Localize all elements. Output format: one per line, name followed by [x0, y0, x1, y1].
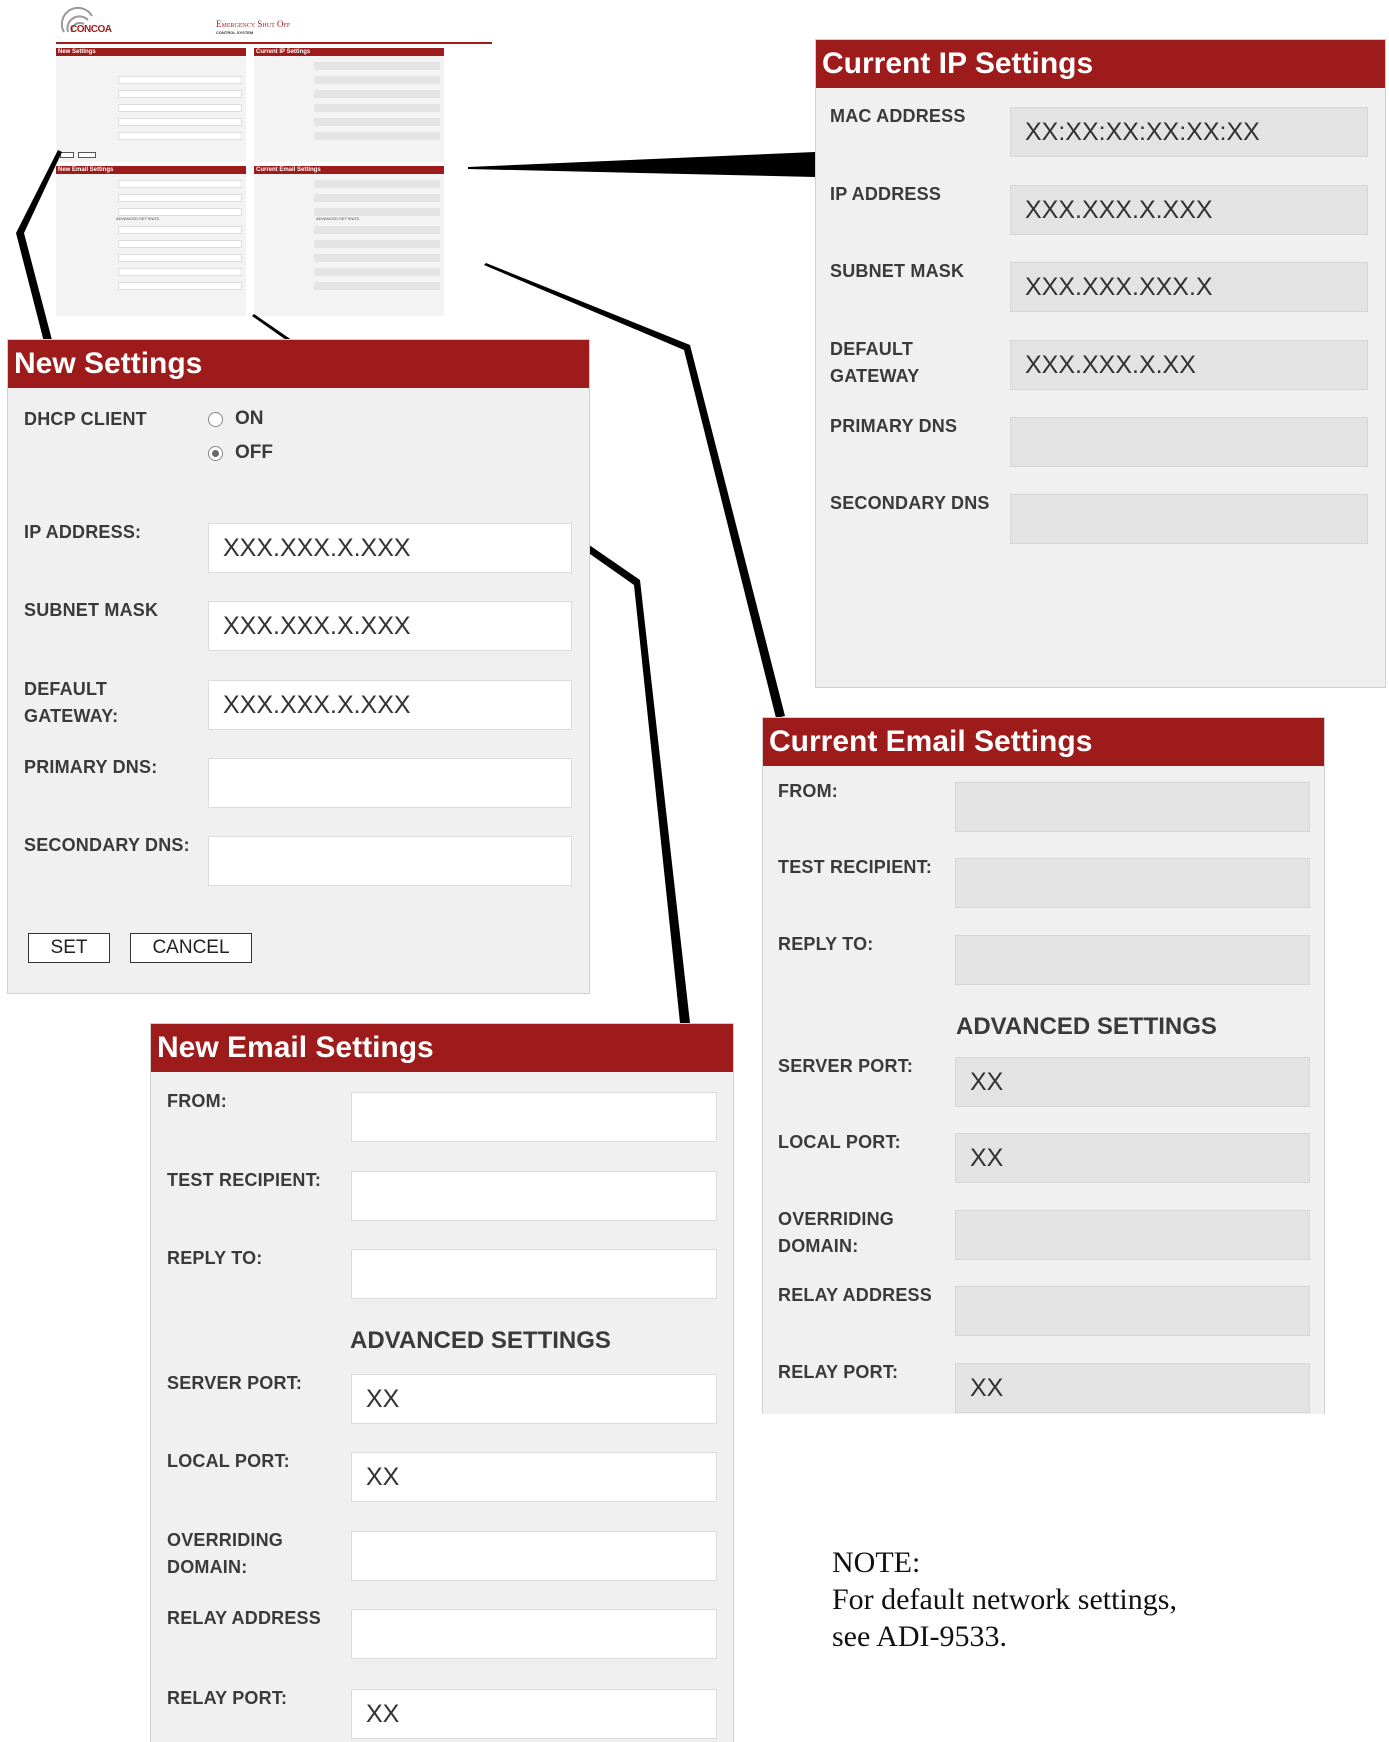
- new-setting-label: SUBNET MASK: [24, 600, 159, 620]
- new-advanced-settings-heading: ADVANCED SETTINGS: [350, 1327, 611, 1354]
- current-email-field: [955, 935, 1310, 985]
- new-email-label: FROM:: [167, 1091, 227, 1111]
- new-email-title: New Email Settings: [151, 1024, 733, 1072]
- current-ip-field: XXX.XXX.X.XXX: [1010, 185, 1368, 235]
- note-title: NOTE:: [832, 1546, 921, 1579]
- current-email-field: XX: [955, 1363, 1310, 1413]
- new-setting-field[interactable]: XXX.XXX.X.XXX: [208, 680, 572, 730]
- new-setting-label: IP ADDRESS:: [24, 522, 142, 542]
- new-settings-title: New Settings: [8, 340, 589, 388]
- current-ip-label: MAC ADDRESS: [830, 106, 966, 126]
- current-ip-field: XXX.XXX.XXX.X: [1010, 262, 1368, 312]
- dhcp-off-radio[interactable]: [208, 446, 223, 461]
- new-setting-field[interactable]: [208, 836, 572, 886]
- new-email-label: RELAY ADDRESS: [167, 1608, 321, 1628]
- dhcp-client-label: DHCP CLIENT: [24, 409, 147, 429]
- current-email-field: [955, 858, 1310, 908]
- new-setting-label: DEFAULT GATEWAY:: [24, 679, 119, 726]
- current-email-field: [955, 782, 1310, 832]
- current-email-label: RELAY ADDRESS: [778, 1285, 932, 1305]
- new-setting-label: PRIMARY DNS:: [24, 757, 158, 777]
- set-button[interactable]: SET: [28, 933, 110, 963]
- new-setting-label: SECONDARY DNS:: [24, 835, 190, 855]
- note-line-1: For default network settings,: [832, 1583, 1177, 1616]
- new-email-label: OVERRIDING DOMAIN:: [167, 1530, 284, 1577]
- current-email-title: Current Email Settings: [763, 718, 1324, 766]
- dhcp-on-label: ON: [235, 408, 264, 429]
- new-setting-field[interactable]: [208, 758, 572, 808]
- current-email-field: [955, 1286, 1310, 1336]
- new-setting-field[interactable]: XXX.XXX.X.XXX: [208, 601, 572, 651]
- current-email-label: FROM:: [778, 781, 838, 801]
- current-ip-panel: Current IP Settings MAC ADDRESS XX:XX:XX:…: [815, 39, 1386, 688]
- current-ip-label: SUBNET MASK: [830, 261, 965, 281]
- new-email-field[interactable]: [351, 1609, 717, 1659]
- new-email-panel: New Email Settings ADVANCED SETTINGS FRO…: [150, 1023, 734, 1742]
- current-ip-field: [1010, 494, 1368, 544]
- new-email-field[interactable]: [351, 1092, 717, 1142]
- current-email-panel: Current Email Settings ADVANCED SETTINGS…: [762, 717, 1325, 1414]
- current-advanced-settings-heading: ADVANCED SETTINGS: [956, 1013, 1217, 1040]
- new-email-field[interactable]: XX: [351, 1374, 717, 1424]
- current-email-field: XX: [955, 1133, 1310, 1183]
- note-block: NOTE: For default network settings, see …: [832, 1544, 1177, 1655]
- current-ip-label: IP ADDRESS: [830, 184, 942, 204]
- current-email-label: TEST RECIPIENT:: [778, 857, 933, 877]
- current-email-field: [955, 1210, 1310, 1260]
- dhcp-on-radio[interactable]: [208, 412, 223, 427]
- current-email-label: RELAY PORT:: [778, 1362, 899, 1382]
- current-ip-label: DEFAULT GATEWAY: [830, 339, 920, 386]
- current-ip-label: PRIMARY DNS: [830, 416, 958, 436]
- new-email-label: SERVER PORT:: [167, 1373, 303, 1393]
- new-setting-field[interactable]: XXX.XXX.X.XXX: [208, 523, 572, 573]
- current-email-label: LOCAL PORT:: [778, 1132, 901, 1152]
- new-email-label: RELAY PORT:: [167, 1688, 288, 1708]
- new-email-field[interactable]: XX: [351, 1689, 717, 1739]
- current-ip-label: SECONDARY DNS: [830, 493, 990, 513]
- current-ip-field: XXX.XXX.X.XX: [1010, 340, 1368, 390]
- new-email-field[interactable]: [351, 1249, 717, 1299]
- new-email-field[interactable]: [351, 1171, 717, 1221]
- current-ip-field: [1010, 417, 1368, 467]
- new-email-field[interactable]: XX: [351, 1452, 717, 1502]
- new-settings-panel: New Settings DHCP CLIENT ON OFF IP ADDRE…: [7, 339, 590, 994]
- current-email-label: OVERRIDING DOMAIN:: [778, 1209, 895, 1256]
- new-email-label: TEST RECIPIENT:: [167, 1170, 322, 1190]
- current-ip-field: XX:XX:XX:XX:XX:XX: [1010, 107, 1368, 157]
- new-email-label: LOCAL PORT:: [167, 1451, 290, 1471]
- dhcp-off-label: OFF: [235, 442, 273, 463]
- current-email-label: SERVER PORT:: [778, 1056, 914, 1076]
- new-email-label: REPLY TO:: [167, 1248, 263, 1268]
- current-ip-title: Current IP Settings: [816, 40, 1385, 88]
- cancel-button[interactable]: CANCEL: [130, 933, 252, 963]
- note-line-2: see ADI-9533.: [832, 1620, 1007, 1653]
- current-email-field: XX: [955, 1057, 1310, 1107]
- current-email-label: REPLY TO:: [778, 934, 874, 954]
- new-email-field[interactable]: [351, 1531, 717, 1581]
